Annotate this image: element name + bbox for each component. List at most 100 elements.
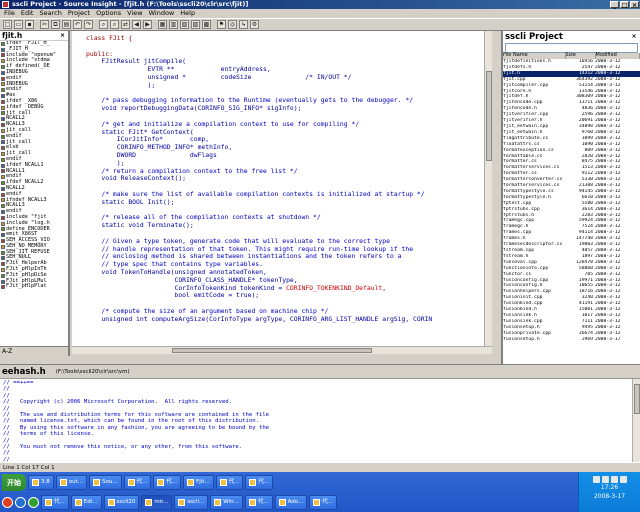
toolbar: □ ▭ ▪ ✂ ⧉ ▤ ↶ ↷ ⌕ ⌕ ⇄ ◀ ▶ ▦ ▥ ▧ ▨ ▩ ⚑ ◎ … (0, 18, 640, 31)
taskbar-button[interactable]: sscli... (174, 495, 209, 510)
taskbar-button[interactable]: Ado... (274, 495, 308, 510)
menu-file[interactable]: File (4, 9, 15, 18)
code-line[interactable]: static BOOL Init(); (86, 198, 492, 207)
close-icon[interactable]: × (59, 32, 66, 39)
close-icon[interactable]: × (630, 33, 638, 41)
taskbar-button[interactable]: Win... (210, 495, 243, 510)
menu-options[interactable]: Options (96, 9, 121, 18)
settings-icon[interactable]: ⚙ (250, 20, 259, 29)
taskbar-button[interactable]: 代... (153, 475, 182, 490)
scroll-thumb[interactable] (486, 71, 492, 161)
context-code[interactable]: // ==++==////// Copyright (c) 2006 Micro… (0, 379, 640, 462)
taskbar-button[interactable]: 代... (41, 495, 69, 510)
minimize-button[interactable]: _ (610, 1, 619, 9)
bookmark-icon[interactable]: ⚑ (217, 20, 226, 29)
tray-icon[interactable] (601, 476, 609, 483)
menu-window[interactable]: Window (149, 9, 175, 18)
save-icon[interactable]: ▪ (25, 20, 34, 29)
code-token: unsigned int computeArgSize(CorInfoType … (86, 314, 433, 323)
window-icon (249, 479, 257, 486)
symbol-icon (1, 227, 5, 232)
context-scrollbar[interactable] (632, 379, 640, 462)
taskbar-button[interactable]: 3.8 (28, 475, 54, 490)
code-token: /* return a compilation context to the f… (86, 166, 298, 175)
tray-icon[interactable] (592, 476, 600, 483)
tray-icon[interactable] (619, 476, 627, 483)
forward-icon[interactable]: ▶ (143, 20, 152, 29)
editor-horizontal-scrollbar[interactable] (72, 346, 492, 354)
code-line[interactable] (86, 43, 492, 51)
taskbar-button-label: Win... (223, 499, 239, 505)
taskbar-button[interactable]: mir... (141, 495, 173, 510)
cut-icon[interactable]: ✂ (40, 20, 49, 29)
code-token: void reportDebuggingData(CORINFO_SIG_INF… (86, 104, 302, 113)
code-line[interactable]: void reportDebuggingData(CORINFO_SIG_INF… (86, 104, 492, 113)
code-token: void ReleaseContext(); (86, 174, 187, 183)
lookup-icon[interactable]: ◎ (228, 20, 237, 29)
taskbar-button[interactable]: Fjit... (183, 475, 214, 490)
clock[interactable]: 17:26 (579, 483, 640, 492)
undo-icon[interactable]: ↶ (73, 20, 82, 29)
symbol-window-icon[interactable]: ▦ (158, 20, 167, 29)
copy-icon[interactable]: ⧉ (51, 20, 60, 29)
paste-icon[interactable]: ▤ (62, 20, 71, 29)
taskbar-button[interactable]: sscli20 (103, 495, 140, 510)
context-window-icon[interactable]: ▧ (180, 20, 189, 29)
context-window[interactable]: // ==++==////// Copyright (c) 2006 Micro… (0, 378, 640, 462)
maximize-button[interactable]: □ (620, 1, 629, 9)
scroll-thumb[interactable] (172, 348, 372, 353)
sort-toggle[interactable]: A-Z (0, 346, 68, 356)
tray-icon[interactable] (610, 476, 618, 483)
code-editor[interactable]: class FJit { public: FJitResult jitCompi… (72, 31, 492, 346)
search-project-icon[interactable]: ⌕ (110, 20, 119, 29)
taskbar-button[interactable]: 代... (244, 495, 273, 510)
code-line[interactable]: DWORD dwFlags (86, 151, 492, 160)
taskbar-button[interactable]: 代... (215, 475, 244, 490)
close-button[interactable]: × (630, 1, 639, 9)
code-line[interactable]: unsigned int computeArgSize(CorInfoType … (86, 314, 492, 324)
code-token: FJitResult jitCompile( (86, 57, 187, 66)
code-line[interactable]: void ReleaseContext(); (86, 174, 492, 183)
quick-launch-icon[interactable] (28, 497, 39, 508)
relation-window-icon[interactable]: ▨ (191, 20, 200, 29)
menu-view[interactable]: View (127, 9, 142, 18)
scroll-thumb[interactable] (634, 384, 640, 414)
symbol-item[interactable]: FJit_pHlpPlat (1, 284, 68, 290)
clip-window-icon[interactable]: ▩ (202, 20, 211, 29)
quick-launch-icon[interactable] (2, 497, 13, 508)
open-folder-icon[interactable]: ▭ (14, 20, 23, 29)
taskbar-button[interactable]: 代... (309, 495, 338, 510)
menu-help[interactable]: Help (180, 9, 195, 18)
taskbar-button[interactable]: Edi... (70, 495, 102, 510)
replace-icon[interactable]: ⇄ (121, 20, 130, 29)
new-file-icon[interactable]: □ (3, 20, 12, 29)
code-line[interactable]: ); (86, 81, 492, 90)
symbol-list[interactable]: ifdef _FJIT_H_ _FJIT_H_ include "openum" in… (0, 41, 68, 346)
taskbar-button[interactable]: 代... (123, 475, 152, 490)
search-icon[interactable]: ⌕ (99, 20, 108, 29)
jump-icon[interactable]: ↳ (239, 20, 248, 29)
taskbar-button-label: 代... (228, 479, 240, 485)
code-line[interactable]: bool emitCode = true); (86, 291, 492, 300)
taskbar-button[interactable]: 代... (245, 475, 274, 490)
file-row[interactable]: fusionsetup.h 2969 2008-3-17 (503, 337, 640, 343)
menu-edit[interactable]: Edit (21, 9, 34, 18)
taskbar-button[interactable]: Sou... (89, 475, 122, 490)
code-text[interactable]: class FJit { public: FJitResult jitCompi… (72, 31, 492, 323)
quick-launch-icon[interactable] (15, 497, 26, 508)
symbol-icon (1, 47, 5, 52)
menu-search[interactable]: Search (39, 9, 61, 18)
redo-icon[interactable]: ↷ (84, 20, 93, 29)
window-icon (145, 499, 153, 506)
symbol-icon (1, 250, 5, 255)
back-icon[interactable]: ◀ (132, 20, 141, 29)
project-window-icon[interactable]: ▥ (169, 20, 178, 29)
menu-project[interactable]: Project (68, 9, 90, 18)
code-line[interactable]: class FJit { (86, 34, 492, 43)
start-button[interactable]: 开始 (2, 474, 26, 491)
taskbar-button[interactable]: out... (55, 475, 88, 490)
editor-vertical-scrollbar[interactable] (484, 31, 492, 346)
code-line[interactable]: static void Terminate(); (86, 221, 492, 230)
window-icon (74, 499, 82, 506)
file-size: 2969 (581, 336, 593, 342)
